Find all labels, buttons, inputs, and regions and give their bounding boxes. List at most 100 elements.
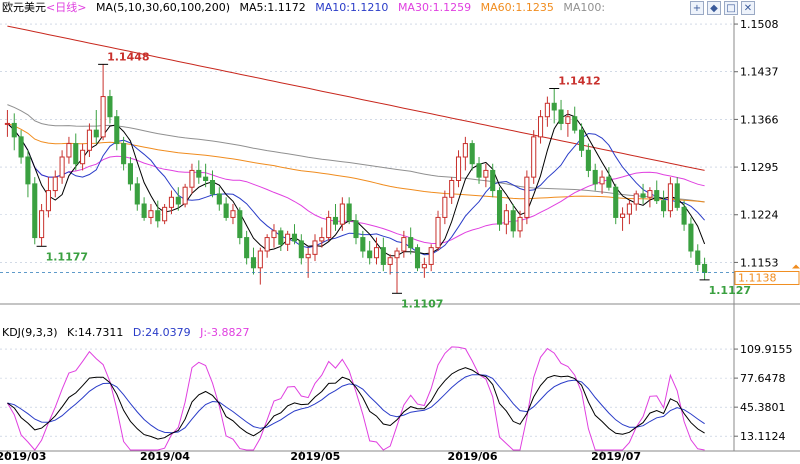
annotation-label: 1.1127 (709, 284, 751, 297)
candle-body (107, 96, 113, 118)
candle-body (380, 247, 386, 265)
j-value: J:-3.8827 (200, 326, 250, 339)
candle-body (537, 116, 544, 138)
candle-body (80, 149, 86, 165)
candle-body (428, 247, 434, 265)
candle-body (544, 102, 550, 118)
candle-body (148, 210, 154, 218)
candle-body (189, 169, 195, 188)
candle-body (175, 196, 181, 205)
candle-body (401, 237, 407, 252)
candle-body (490, 169, 496, 192)
candle-body (100, 96, 106, 138)
candle-body (496, 190, 503, 225)
candle-body (531, 136, 537, 178)
period-label[interactable]: <日线> (46, 1, 86, 14)
candle-body (633, 193, 639, 205)
candle-body (216, 193, 222, 205)
candle-body (278, 230, 284, 245)
candle-body (373, 247, 380, 259)
candle-body (661, 200, 667, 212)
chart-header: 欧元美元<日线> MA(5,10,30,60,100,200) MA5:1.11… (2, 0, 611, 16)
candle-body (237, 210, 243, 239)
candle-body (442, 196, 448, 218)
candle-body (674, 183, 680, 208)
candle-body (387, 257, 393, 265)
candle-body (620, 213, 626, 218)
kdj-panel: 109.9155 77.6478 45.3801 13.1124 (0, 343, 793, 451)
kdj-tick-label: 13.1124 (740, 430, 786, 443)
date-tick-label: 2019/03 (0, 450, 46, 463)
annotation-label: 1.1412 (558, 75, 600, 88)
candle-body (408, 237, 414, 249)
price-tick-label: 1.1508 (740, 18, 779, 31)
candle-body (162, 206, 168, 222)
candle-body (702, 263, 708, 273)
k-value: K:14.7311 (67, 326, 124, 339)
annotation-label: 1.1177 (46, 250, 88, 263)
candle-body (52, 176, 58, 192)
ma60-line (7, 122, 705, 203)
annotation-label: 1.1107 (401, 297, 443, 310)
candle-body (647, 190, 653, 198)
current-price-arrow (792, 264, 800, 269)
candle-body (39, 210, 45, 239)
draw-tool-icon[interactable]: ◆ (707, 1, 721, 15)
candle-body (524, 176, 530, 218)
price-tick-label: 1.1437 (740, 66, 779, 79)
candle-body (230, 210, 236, 218)
candle-body (640, 193, 646, 198)
candle-body (203, 176, 209, 181)
date-axis: 2019/03 2019/04 2019/05 2019/06 2019/07 (0, 450, 641, 463)
ma10-value: MA10:1.1210 (315, 1, 389, 14)
candle-body (45, 190, 51, 212)
candle-body (695, 250, 701, 265)
candle-body (244, 237, 250, 259)
candle-body (503, 210, 509, 225)
candle-body (414, 247, 421, 269)
candle-body (688, 223, 694, 252)
candle-body (155, 210, 161, 222)
price-tick-label: 1.1295 (740, 161, 779, 174)
candle-body (250, 257, 257, 269)
candle-body (223, 203, 229, 218)
candle-body (469, 143, 475, 165)
candle-body (476, 163, 482, 178)
ma-settings-label[interactable]: MA(5,10,30,60,100,200) (96, 1, 230, 14)
date-tick-label: 2019/07 (591, 450, 641, 463)
candle-body (93, 129, 99, 138)
kdj-label[interactable]: KDJ(9,3,3) (2, 326, 58, 339)
kdj-header: KDJ(9,3,3) K:14.7311 D:24.0379 J:-3.8827 (2, 326, 256, 340)
candle-body (285, 233, 291, 245)
candle-body (565, 116, 571, 124)
candle-body (312, 240, 318, 255)
candle-body (332, 216, 339, 225)
candle-body (339, 203, 345, 225)
candle-body (585, 149, 591, 171)
chart-canvas: 1.1508 1.1437 1.1366 1.1295 1.1224 1.1153 1.11… (0, 16, 800, 463)
candle-body (326, 216, 332, 239)
ma100-value: MA100: (563, 1, 606, 14)
candle-body (264, 237, 270, 252)
candle-body (346, 203, 352, 222)
candle-body (32, 183, 38, 239)
candle-body (59, 156, 65, 178)
candle-body (305, 253, 311, 259)
candle-body (394, 250, 400, 259)
zoom-in-icon[interactable]: + (690, 1, 704, 15)
date-tick-label: 2019/04 (140, 450, 190, 463)
candle-body (462, 143, 468, 158)
candle-body (291, 233, 298, 242)
candle-body (18, 136, 24, 158)
kdj-tick-label: 109.9155 (740, 343, 793, 356)
candle-body (4, 122, 10, 125)
candle-body (196, 169, 202, 178)
close-icon[interactable]: ✕ (741, 1, 755, 15)
candle-body (25, 156, 31, 185)
price-grid (0, 16, 800, 452)
current-price-label: 1.1138 (738, 271, 777, 284)
window-icon[interactable]: □ (724, 1, 738, 15)
candle-body (421, 263, 427, 269)
symbol-label[interactable]: 欧元美元 (2, 1, 46, 14)
candle-body (168, 196, 175, 208)
